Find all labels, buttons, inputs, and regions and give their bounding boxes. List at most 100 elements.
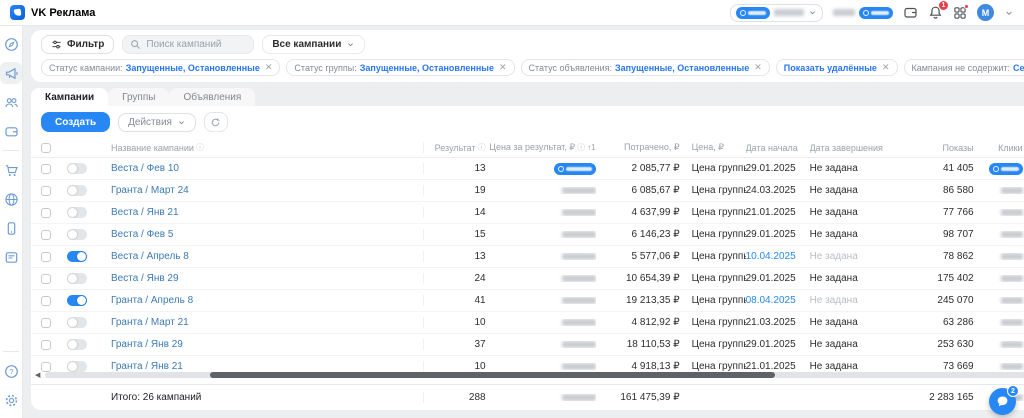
date-end-cell: Не задана (810, 273, 898, 284)
campaign-scope-select[interactable]: Все кампании (262, 35, 365, 54)
chevron-down-icon (346, 40, 355, 49)
row-checkbox[interactable] (41, 186, 51, 196)
actions-label: Действия (128, 117, 172, 128)
campaign-toggle[interactable] (67, 229, 87, 240)
notifications-bell-button[interactable]: 1 (928, 5, 943, 20)
chip-remove-icon[interactable]: ✕ (754, 62, 762, 73)
col-date-end[interactable]: Дата завершения (810, 143, 898, 153)
horizontal-scrollbar[interactable] (45, 372, 1024, 378)
table-row: Веста / Фев 10132 085,77 ₽Цена группы29.… (31, 158, 1024, 180)
balance-info[interactable] (833, 7, 893, 19)
campaign-name-link[interactable]: Веста / Фев 5 (111, 229, 173, 240)
sidebar-campaigns-megaphone-icon[interactable] (0, 62, 22, 84)
campaign-name-link[interactable]: Гранта / Апрель 8 (111, 295, 193, 306)
col-spent[interactable]: Потрачено, ₽ (596, 142, 680, 153)
campaign-name-link[interactable]: Гранта / Янв 29 (111, 339, 183, 350)
campaign-toggle[interactable] (67, 295, 87, 306)
price-type-cell: Цена группы (680, 361, 746, 372)
chip-remove-icon[interactable]: ✕ (265, 62, 273, 73)
svg-text:?: ? (9, 367, 13, 376)
sidebar-ecommerce-cart-icon[interactable] (0, 159, 22, 181)
date-start-value: 21.01.2025 (746, 207, 796, 218)
row-checkbox[interactable] (41, 208, 51, 218)
campaign-name-link[interactable]: Веста / Апрель 8 (111, 251, 189, 262)
profile-chevron-down-icon[interactable] (1004, 8, 1014, 18)
sidebar-mobile-apps-icon[interactable] (0, 217, 22, 239)
table-header: Название кампанииⓘ Результатⓘ Цена за ре… (31, 138, 1024, 158)
campaign-name-link[interactable]: Гранта / Янв 21 (111, 361, 183, 372)
wallet-button[interactable] (903, 5, 918, 20)
hscroll-left-arrow[interactable]: ◀ (35, 371, 40, 379)
col-clicks[interactable]: Клики (974, 143, 1024, 153)
col-date-start[interactable]: Дата начала (746, 143, 810, 153)
date-end-value: Не задана (810, 251, 858, 262)
row-checkbox[interactable] (41, 296, 51, 306)
search-input[interactable] (146, 39, 246, 50)
date-end-cell: Не задана (810, 251, 898, 262)
campaign-name-link[interactable]: Гранта / Март 24 (111, 185, 189, 196)
apps-grid-button[interactable] (953, 6, 967, 20)
totals-result: 288 (424, 392, 486, 403)
col-price[interactable]: Цена, ₽ (680, 142, 746, 153)
row-checkbox[interactable] (41, 164, 51, 174)
table-row: Веста / Янв 21144 637,99 ₽Цена группы21.… (31, 202, 1024, 224)
campaign-name-link[interactable]: Гранта / Март 21 (111, 317, 189, 328)
campaign-toggle[interactable] (67, 361, 87, 372)
tab-groups[interactable]: Группы (108, 88, 169, 106)
create-button[interactable]: Создать (41, 112, 110, 132)
table-row: Веста / Янв 292410 654,39 ₽Цена группы29… (31, 268, 1024, 290)
row-checkbox[interactable] (41, 340, 51, 350)
chip-remove-icon[interactable]: ✕ (499, 62, 507, 73)
filter-chip-4[interactable]: Кампания не содержит:Сервис✕ (904, 59, 1024, 76)
tab-campaigns[interactable]: Кампании (31, 88, 108, 106)
campaign-toggle[interactable] (67, 185, 87, 196)
tab-ads[interactable]: Объявления (169, 88, 255, 106)
row-checkbox[interactable] (41, 274, 51, 284)
spent-cell: 4 918,13 ₽ (596, 361, 680, 372)
spent-cell: 4 812,92 ₽ (596, 317, 680, 328)
sidebar-help-icon[interactable]: ? (0, 360, 22, 382)
chip-remove-icon[interactable]: ✕ (882, 62, 890, 73)
campaign-name-link[interactable]: Веста / Фев 10 (111, 163, 179, 174)
sidebar-dashboard-compass-icon[interactable] (0, 33, 22, 55)
avatar[interactable]: M (977, 4, 994, 21)
col-cost-per-result[interactable]: Цена за результат, ₽ⓘ↑1 (486, 142, 596, 153)
filter-chip-0[interactable]: Статус кампании:Запущенные, Остановленны… (41, 59, 280, 76)
horizontal-scrollbar-thumb[interactable] (210, 372, 775, 378)
filter-chip-2[interactable]: Статус объявления:Запущенные, Остановлен… (521, 59, 770, 76)
campaign-toggle[interactable] (67, 251, 87, 262)
sidebar-leadforms-icon[interactable] (0, 246, 22, 268)
filter-panel: Фильтр Все кампании 1 янв 2025 — 17 апр … (31, 30, 1024, 82)
filter-chip-3[interactable]: Показать удалённые✕ (776, 59, 898, 76)
campaign-toggle[interactable] (67, 339, 87, 350)
row-checkbox[interactable] (41, 230, 51, 240)
campaign-toggle[interactable] (67, 207, 87, 218)
col-name[interactable]: Название кампанииⓘ (111, 142, 424, 153)
filter-chip-1[interactable]: Статус группы:Запущенные, Остановленные✕ (286, 59, 514, 76)
campaign-toggle[interactable] (67, 273, 87, 284)
campaign-name-link[interactable]: Веста / Янв 21 (111, 207, 179, 218)
row-checkbox[interactable] (41, 318, 51, 328)
chip-label: Статус группы: (294, 63, 356, 73)
date-end-value: Не задана (810, 163, 858, 174)
filter-button[interactable]: Фильтр (41, 35, 114, 54)
sidebar-budget-wallet-icon[interactable] (0, 120, 22, 142)
row-checkbox[interactable] (41, 362, 51, 372)
sidebar-sites-globe-icon[interactable] (0, 188, 22, 210)
campaign-toggle[interactable] (67, 163, 87, 174)
refresh-button[interactable] (204, 112, 228, 132)
search-box[interactable] (122, 35, 254, 54)
support-chat-button[interactable]: 2 (989, 388, 1016, 415)
table-toolbar: Создать Действия (31, 106, 1024, 138)
campaign-name-link[interactable]: Веста / Янв 29 (111, 273, 179, 284)
campaign-toggle[interactable] (67, 317, 87, 328)
row-checkbox[interactable] (41, 252, 51, 262)
col-result[interactable]: Результатⓘ (424, 142, 486, 153)
sidebar-audience-users-icon[interactable] (0, 91, 22, 113)
account-selector[interactable] (730, 4, 823, 22)
col-shows[interactable]: Показы (898, 143, 974, 153)
spent-cell: 10 654,39 ₽ (596, 273, 680, 284)
actions-dropdown-button[interactable]: Действия (118, 113, 196, 132)
select-all-checkbox[interactable] (41, 143, 51, 153)
sidebar-settings-gear-icon[interactable] (0, 389, 22, 411)
